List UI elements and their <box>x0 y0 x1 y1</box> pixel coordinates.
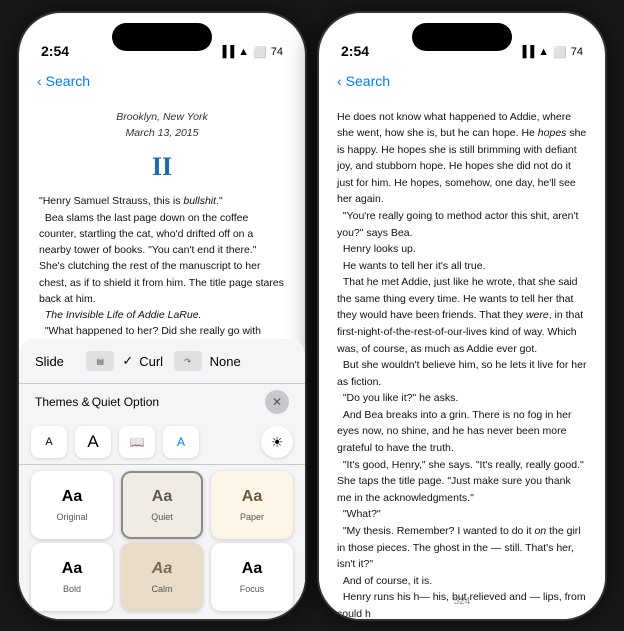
curl-icon: ↷ <box>174 351 202 371</box>
transition-slide[interactable]: Slide ▤ <box>35 345 114 377</box>
time-left: 2:54 <box>41 43 69 59</box>
theme-label-quiet: Quiet <box>151 512 173 522</box>
themes-row-2: Aa Bold Aa Calm Aa Focus <box>19 543 305 619</box>
slide-icon: ▤ <box>86 351 114 371</box>
overlay-panel: Slide ▤ ✓ Curl ↷ None <box>19 339 305 619</box>
theme-label-focus: Focus <box>240 584 265 594</box>
none-label: None <box>210 354 241 369</box>
time-right: 2:54 <box>341 43 369 59</box>
theme-label-paper: Paper <box>240 512 264 522</box>
back-label-right: Search <box>346 73 390 89</box>
theme-original[interactable]: Aa Original <box>31 471 113 539</box>
theme-focus[interactable]: Aa Focus <box>211 543 293 611</box>
status-icons-right: ▐▐ ▲ ⬜ 74 <box>519 46 583 59</box>
transition-curl[interactable]: ✓ Curl ↷ <box>114 345 201 377</box>
theme-calm[interactable]: Aa Calm <box>121 543 203 611</box>
theme-aa-calm: Aa <box>152 560 172 578</box>
theme-bold[interactable]: Aa Bold <box>31 543 113 611</box>
curl-label: Curl <box>139 354 163 369</box>
font-controls-row: A A 📖 A ☀ <box>19 420 305 464</box>
themes-label: Themes & <box>35 395 90 409</box>
top-nav-left: ‹ Search <box>19 63 305 99</box>
theme-label-bold: Bold <box>63 584 81 594</box>
top-nav-right: ‹ Search <box>319 63 605 99</box>
small-font-button[interactable]: A <box>31 426 67 458</box>
left-phone: 2:54 ▐▐ ▲ ⬜ 74 ‹ Search Brooklyn, New Yo… <box>17 11 307 621</box>
dynamic-island-left <box>112 23 212 51</box>
font-book-button[interactable]: 📖 <box>119 426 155 458</box>
theme-aa-quiet: Aa <box>152 488 172 506</box>
theme-label-original: Original <box>56 512 87 522</box>
theme-paper[interactable]: Aa Paper <box>211 471 293 539</box>
theme-aa-original: Aa <box>62 488 82 506</box>
page-number: 524 <box>454 596 471 607</box>
large-font-button[interactable]: A <box>75 426 111 458</box>
status-icons-left: ▐▐ ▲ ⬜ 74 <box>219 46 283 59</box>
font-style-button[interactable]: A <box>163 426 199 458</box>
right-book-text: He does not know what happened to Addie,… <box>337 109 587 619</box>
theme-quiet[interactable]: Aa Quiet <box>121 471 203 539</box>
book-icon: 📖 <box>130 435 145 449</box>
close-button[interactable]: ✕ <box>265 390 289 414</box>
theme-label-calm: Calm <box>151 584 172 594</box>
back-label-left: Search <box>46 73 90 89</box>
theme-aa-paper: Aa <box>242 488 262 506</box>
chevron-left-icon-right: ‹ <box>337 73 342 89</box>
themes-options-row: Themes & Quiet Option ✕ <box>19 384 305 420</box>
transition-none[interactable]: None <box>202 348 289 375</box>
book-content-right: He does not know what happened to Addie,… <box>319 99 605 619</box>
themes-row-1: Aa Original Aa Quiet Aa Paper <box>19 465 305 543</box>
close-icon: ✕ <box>272 395 282 409</box>
back-button-left[interactable]: ‹ Search <box>37 73 90 89</box>
phones-container: 2:54 ▐▐ ▲ ⬜ 74 ‹ Search Brooklyn, New Yo… <box>17 11 607 621</box>
right-phone: 2:54 ▐▐ ▲ ⬜ 74 ‹ Search He does not know… <box>317 11 607 621</box>
brightness-button[interactable]: ☀ <box>261 426 293 458</box>
check-icon: ✓ <box>122 353 133 369</box>
dynamic-island-right <box>412 23 512 51</box>
sun-icon: ☀ <box>271 434 284 451</box>
theme-aa-bold: Aa <box>62 560 82 578</box>
theme-aa-focus: Aa <box>242 560 262 578</box>
chevron-left-icon: ‹ <box>37 73 42 89</box>
transition-row: Slide ▤ ✓ Curl ↷ None <box>19 339 305 383</box>
quiet-option-label: Quiet Option <box>92 395 159 409</box>
chapter-number: II <box>39 147 285 187</box>
back-button-right[interactable]: ‹ Search <box>337 73 390 89</box>
slide-label: Slide <box>35 354 64 369</box>
book-header: Brooklyn, New York March 13, 2015 <box>39 109 285 142</box>
